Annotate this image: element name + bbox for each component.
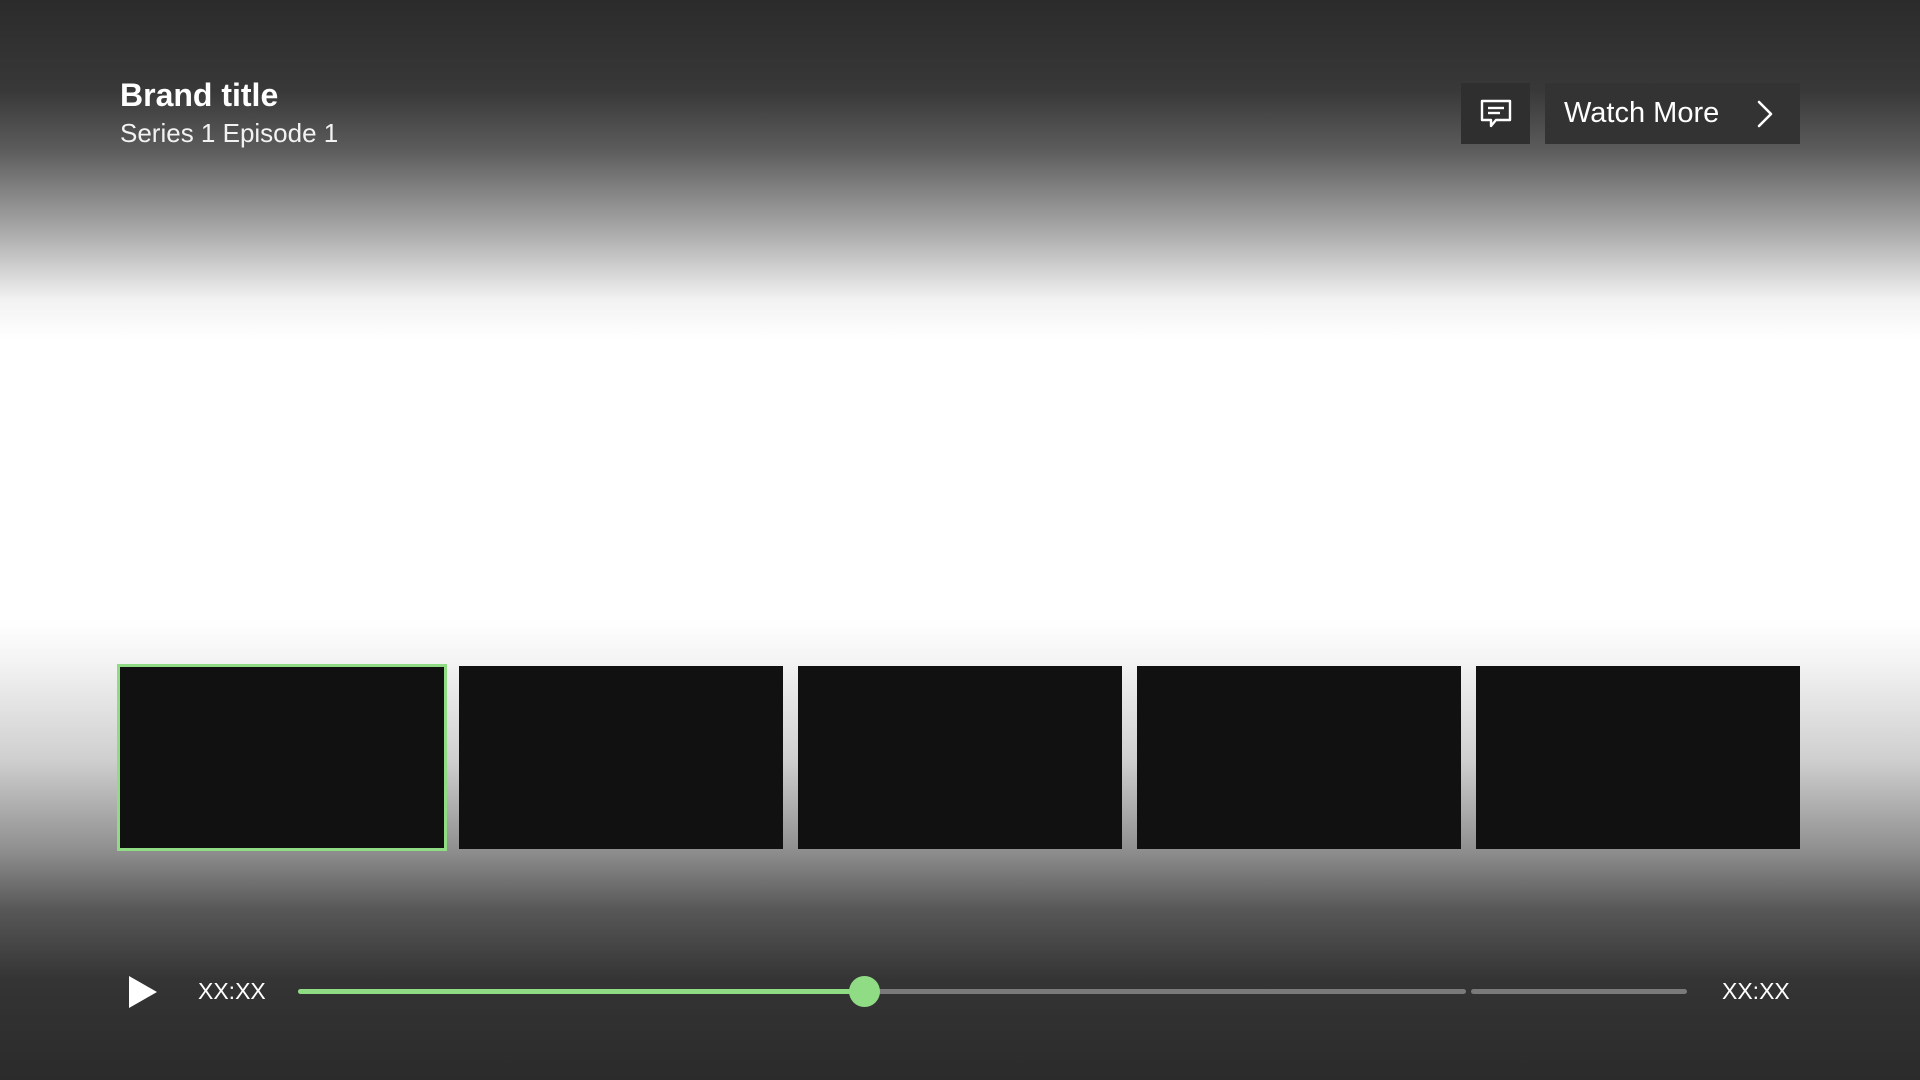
progress-fill [298, 989, 865, 994]
title-block: Brand title Series 1 Episode 1 [120, 74, 338, 150]
thumbnail-3[interactable] [798, 666, 1122, 849]
play-icon[interactable] [124, 972, 160, 1012]
scrubber-handle[interactable] [849, 976, 881, 1007]
thumbnail-5[interactable] [1476, 666, 1800, 849]
chevron-right-icon [1757, 100, 1773, 128]
thumbnail-4[interactable] [1137, 666, 1461, 849]
brand-title: Brand title [120, 77, 279, 113]
episode-title: Series 1 Episode 1 [120, 118, 339, 148]
progress-track-segment [1471, 989, 1687, 994]
thumbnail-1[interactable] [117, 664, 447, 851]
subtitles-icon [1480, 99, 1511, 127]
total-time: XX:XX [1722, 978, 1790, 1004]
watch-more-label: Watch More [1564, 97, 1720, 129]
subtitles-button[interactable] [1461, 83, 1530, 144]
thumbnail-2[interactable] [459, 666, 783, 849]
current-time: XX:XX [198, 978, 266, 1004]
watch-more-button[interactable]: Watch More [1545, 83, 1800, 144]
